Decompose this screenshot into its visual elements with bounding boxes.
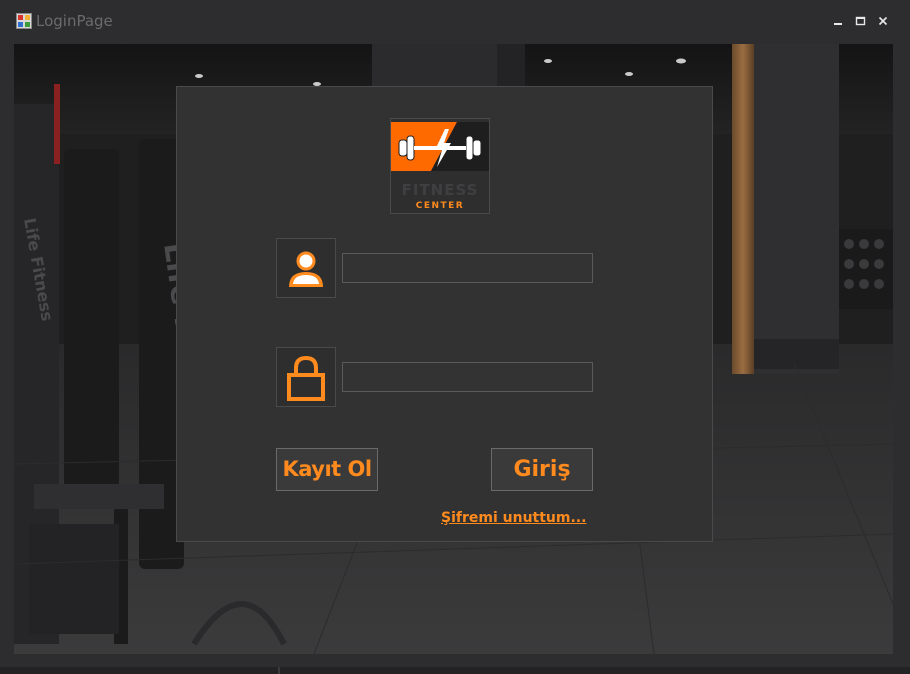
- bottom-strip-segment: [278, 667, 280, 674]
- minimize-icon: [834, 23, 842, 25]
- forgot-password-link[interactable]: Şifremi unuttum...: [441, 510, 586, 526]
- user-icon: [289, 251, 323, 287]
- title-bar[interactable]: LoginPage: [0, 0, 910, 44]
- login-panel: FITNESS CENTER Kayıt Ol Giriş Şifremi un…: [176, 86, 713, 542]
- register-button[interactable]: Kayıt Ol: [276, 448, 378, 491]
- logo-text-center: CENTER: [415, 201, 465, 211]
- close-button[interactable]: [872, 10, 894, 32]
- minimize-button[interactable]: [827, 10, 849, 32]
- maximize-icon: [855, 16, 866, 26]
- lock-icon: [287, 355, 325, 401]
- app-icon: [16, 13, 32, 29]
- close-icon: [878, 16, 888, 26]
- logo-text-fitness: FITNESS: [401, 181, 479, 199]
- password-icon-box: [276, 347, 336, 407]
- dumbbell-logo-icon: [391, 122, 489, 171]
- window-bottom-edge: [0, 654, 910, 674]
- maximize-button[interactable]: [849, 10, 871, 32]
- fitness-center-logo: FITNESS CENTER: [390, 118, 490, 214]
- login-window: LoginPage Life Fitness FITNESS CENTER Ka…: [0, 0, 910, 674]
- window-title: LoginPage: [36, 12, 113, 30]
- username-icon-box: [276, 238, 336, 298]
- bottom-strip-line: [0, 667, 910, 674]
- username-input[interactable]: [342, 253, 593, 283]
- password-input[interactable]: [342, 362, 593, 392]
- login-button[interactable]: Giriş: [491, 448, 593, 491]
